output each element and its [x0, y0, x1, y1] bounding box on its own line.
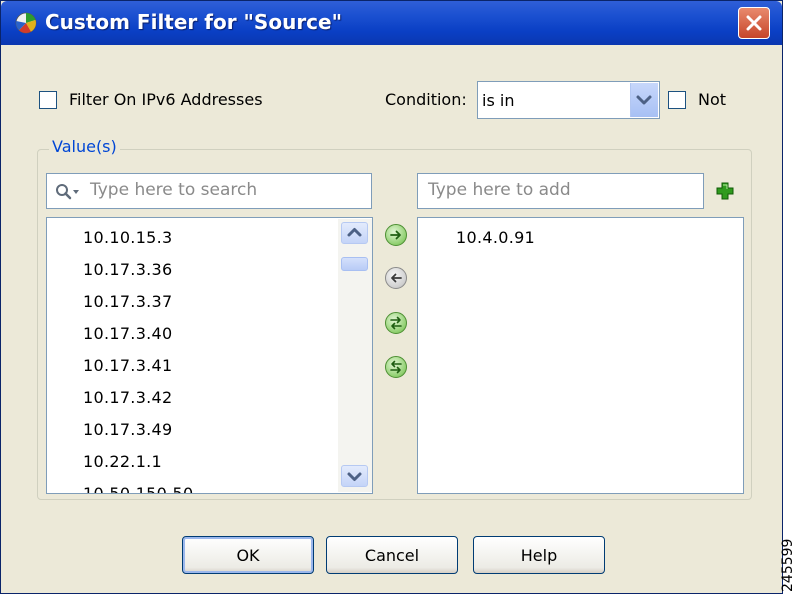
move-right-button[interactable] [385, 224, 407, 246]
condition-select[interactable]: is in [477, 81, 660, 119]
move-all-right-button[interactable] [385, 312, 407, 334]
chevron-down-icon [636, 95, 652, 105]
condition-dropdown-button[interactable] [630, 83, 658, 117]
scroll-thumb[interactable] [341, 257, 368, 271]
scroll-down-button[interactable] [341, 465, 368, 487]
list-item[interactable]: 10.17.3.37 [83, 292, 173, 311]
ipv6-label: Filter On IPv6 Addresses [69, 90, 263, 109]
arrow-right-icon [390, 230, 401, 240]
cancel-button[interactable]: Cancel [326, 536, 458, 574]
move-left-button[interactable] [385, 267, 407, 289]
title-bar[interactable]: Custom Filter for "Source" [1, 1, 782, 45]
figure-code: 245599 [780, 539, 796, 592]
double-arrow-left-icon [390, 360, 402, 374]
list-scrollbar[interactable] [338, 219, 372, 492]
search-icon [56, 184, 79, 200]
move-all-left-button[interactable] [385, 356, 407, 378]
values-legend: Value(s) [49, 137, 120, 156]
list-item[interactable]: 10.10.15.3 [83, 228, 173, 247]
arrow-left-icon [391, 273, 402, 283]
filter-pie-icon [15, 12, 37, 34]
chevron-up-icon [347, 228, 362, 237]
close-button[interactable] [738, 7, 770, 39]
list-item[interactable]: 10.17.3.40 [83, 324, 173, 343]
add-icon[interactable] [715, 181, 735, 201]
condition-value: is in [482, 91, 515, 110]
list-item[interactable]: 10.17.3.41 [83, 356, 173, 375]
add-placeholder: Type here to add [428, 180, 571, 200]
dialog-title: Custom Filter for "Source" [45, 10, 343, 34]
help-button[interactable]: Help [473, 536, 605, 574]
close-icon [746, 15, 762, 31]
list-item[interactable]: 10.4.0.91 [456, 228, 535, 247]
list-item[interactable]: 10.50.150.50 [83, 484, 193, 493]
list-item[interactable]: 10.17.3.42 [83, 388, 173, 407]
scroll-up-button[interactable] [341, 222, 368, 244]
chevron-down-icon [347, 472, 362, 481]
double-arrow-right-icon [390, 316, 402, 330]
list-item[interactable]: 10.17.3.36 [83, 260, 173, 279]
not-checkbox[interactable] [668, 91, 686, 109]
ok-button[interactable]: OK [182, 536, 314, 574]
not-label: Not [698, 90, 727, 109]
condition-label: Condition: [385, 90, 467, 109]
figure-code-text: 245599 [780, 539, 796, 592]
selected-values-list[interactable]: 10.4.0.91 [417, 217, 744, 494]
list-item[interactable]: 10.22.1.1 [83, 452, 162, 471]
add-value-input[interactable]: Type here to add [417, 173, 704, 209]
list-item[interactable]: 10.17.3.49 [83, 420, 173, 439]
search-input[interactable]: Type here to search [46, 173, 372, 209]
custom-filter-dialog: Custom Filter for "Source" Filter On IPv… [0, 0, 783, 594]
available-values-list[interactable]: 10.10.15.3 10.17.3.36 10.17.3.37 10.17.3… [46, 217, 373, 494]
search-placeholder: Type here to search [90, 180, 258, 200]
ipv6-checkbox[interactable] [39, 91, 57, 109]
